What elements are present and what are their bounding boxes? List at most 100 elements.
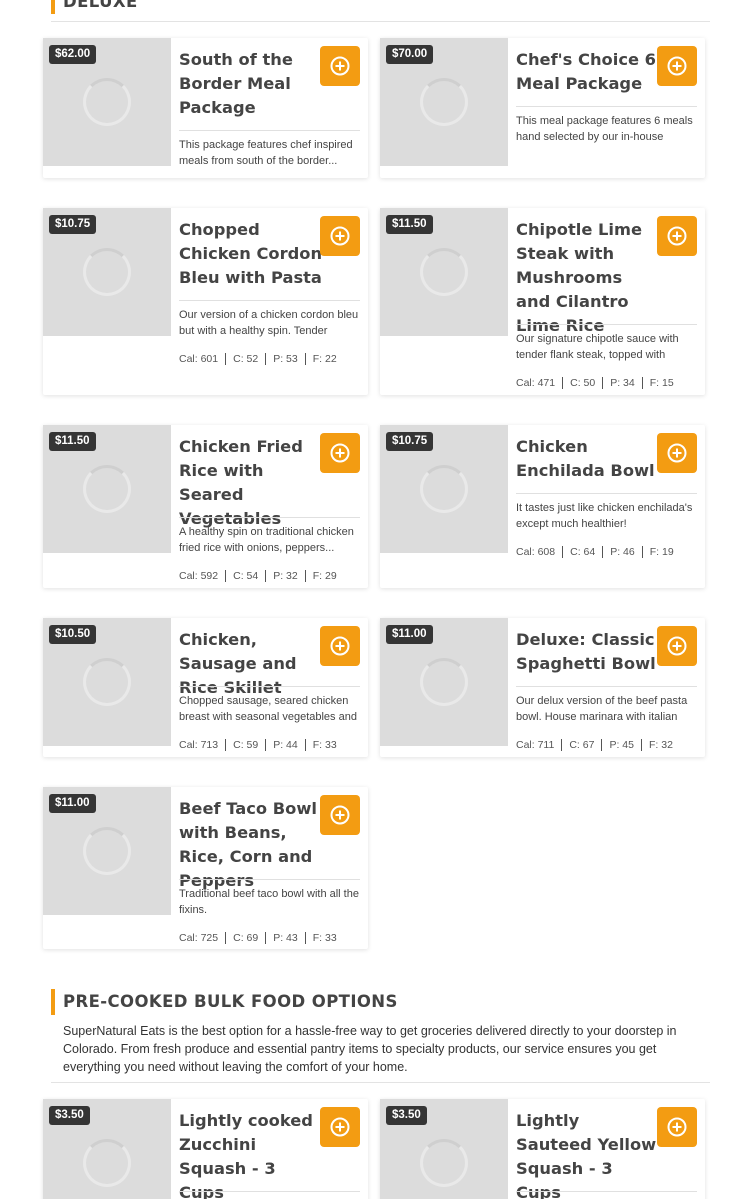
- product-title[interactable]: Chopped Chicken Cordon Bleu with Pasta: [179, 218, 323, 290]
- plus-circle-icon: [667, 56, 687, 76]
- product-card[interactable]: $3.50 Lightly cooked Zucchini Squash - 3…: [43, 1099, 368, 1199]
- product-card[interactable]: $70.00 Chef's Choice 6 Meal Package This…: [380, 38, 705, 178]
- spinner-icon: [420, 465, 468, 513]
- product-card[interactable]: $10.75 Chicken Enchilada Bowl It tastes …: [380, 425, 705, 588]
- plus-circle-icon: [667, 443, 687, 463]
- product-image[interactable]: $62.00: [43, 38, 171, 166]
- calories: Cal: 608: [516, 546, 556, 558]
- product-image[interactable]: $10.75: [380, 425, 508, 553]
- card-divider: [179, 300, 360, 301]
- card-divider: [179, 879, 360, 880]
- carbs: C: 64: [570, 546, 596, 558]
- carbs: C: 52: [233, 353, 259, 365]
- card-divider: [516, 686, 697, 687]
- spinner-icon: [420, 658, 468, 706]
- carbs: C: 67: [569, 739, 595, 751]
- product-image[interactable]: $10.75: [43, 208, 171, 336]
- add-to-cart-button[interactable]: [320, 626, 360, 666]
- plus-circle-icon: [667, 636, 687, 656]
- card-divider: [179, 517, 360, 518]
- add-to-cart-button[interactable]: [657, 433, 697, 473]
- macro-separator: [225, 932, 227, 944]
- fat: F: 33: [312, 739, 337, 751]
- calories: Cal: 601: [179, 353, 219, 365]
- nutrition-macros: Cal: 713 C: 59 P: 44 F: 33: [179, 739, 337, 751]
- section-divider: [51, 21, 710, 22]
- macro-separator: [265, 932, 267, 944]
- spinner-icon: [83, 827, 131, 875]
- product-card[interactable]: $10.75 Chopped Chicken Cordon Bleu with …: [43, 208, 368, 395]
- carbs: C: 69: [233, 932, 259, 944]
- spinner-icon: [420, 1139, 468, 1187]
- product-description: Our delux version of the beef pasta bowl…: [516, 695, 688, 723]
- product-card[interactable]: $62.00 South of the Border Meal Package …: [43, 38, 368, 178]
- macro-separator: [601, 739, 603, 751]
- plus-circle-icon: [330, 56, 350, 76]
- product-image[interactable]: $11.00: [380, 618, 508, 746]
- add-to-cart-button[interactable]: [320, 1107, 360, 1147]
- macro-separator: [561, 739, 563, 751]
- product-card[interactable]: $3.50 Lightly Sauteed Yellow Squash - 3 …: [380, 1099, 705, 1199]
- product-card[interactable]: $10.50 Chicken, Sausage and Rice Skillet…: [43, 618, 368, 757]
- product-title[interactable]: Lightly cooked Zucchini Squash - 3 Cups: [179, 1109, 323, 1199]
- add-to-cart-button[interactable]: [657, 626, 697, 666]
- add-to-cart-button[interactable]: [657, 46, 697, 86]
- protein: P: 32: [273, 570, 298, 582]
- calories: Cal: 711: [516, 739, 555, 751]
- product-title[interactable]: Chipotle Lime Steak with Mushrooms and C…: [516, 218, 660, 338]
- product-description: Our signature chipotle sauce with tender…: [516, 333, 679, 361]
- spinner-icon: [83, 78, 131, 126]
- add-to-cart-button[interactable]: [320, 433, 360, 473]
- add-to-cart-button[interactable]: [657, 1107, 697, 1147]
- nutrition-macros: Cal: 471 C: 50 P: 34 F: 15: [516, 377, 674, 389]
- calories: Cal: 471: [516, 377, 556, 389]
- add-to-cart-button[interactable]: [320, 795, 360, 835]
- product-title[interactable]: Chicken Enchilada Bowl: [516, 435, 660, 483]
- spinner-icon: [420, 248, 468, 296]
- add-to-cart-button[interactable]: [320, 216, 360, 256]
- product-card[interactable]: $11.00 Deluxe: Classic Spaghetti Bowl Ou…: [380, 618, 705, 757]
- product-description: It tastes just like chicken enchilada's …: [516, 502, 693, 530]
- product-image[interactable]: $10.50: [43, 618, 171, 746]
- product-image[interactable]: $11.50: [43, 425, 171, 553]
- product-title[interactable]: South of the Border Meal Package: [179, 48, 323, 120]
- product-image[interactable]: $70.00: [380, 38, 508, 166]
- product-card[interactable]: $11.00 Beef Taco Bowl with Beans, Rice, …: [43, 787, 368, 949]
- product-title[interactable]: Chef's Choice 6 Meal Package: [516, 48, 660, 96]
- macro-separator: [225, 570, 227, 582]
- product-image[interactable]: $11.00: [43, 787, 171, 915]
- price-badge: $11.00: [386, 625, 433, 644]
- macro-separator: [304, 739, 306, 751]
- plus-circle-icon: [330, 443, 350, 463]
- add-to-cart-button[interactable]: [657, 216, 697, 256]
- protein: P: 43: [273, 932, 298, 944]
- spinner-icon: [83, 248, 131, 296]
- plus-circle-icon: [330, 805, 350, 825]
- macro-separator: [304, 570, 306, 582]
- product-image[interactable]: $3.50: [43, 1099, 171, 1199]
- plus-circle-icon: [667, 226, 687, 246]
- product-image[interactable]: $3.50: [380, 1099, 508, 1199]
- fat: F: 15: [649, 377, 674, 389]
- spinner-icon: [83, 1139, 131, 1187]
- price-badge: $10.50: [49, 625, 97, 644]
- card-divider: [516, 106, 697, 107]
- plus-circle-icon: [330, 226, 350, 246]
- add-to-cart-button[interactable]: [320, 46, 360, 86]
- bulk-section-title: PRE-COOKED BULK FOOD OPTIONS: [63, 992, 398, 1011]
- product-image[interactable]: $11.50: [380, 208, 508, 336]
- protein: P: 34: [610, 377, 635, 389]
- product-title[interactable]: Lightly Sauteed Yellow Squash - 3 Cups: [516, 1109, 660, 1199]
- macro-separator: [641, 546, 643, 558]
- macro-separator: [641, 377, 643, 389]
- carbs: C: 54: [233, 570, 259, 582]
- product-card[interactable]: $11.50 Chipotle Lime Steak with Mushroom…: [380, 208, 705, 395]
- price-badge: $62.00: [49, 45, 97, 64]
- calories: Cal: 713: [179, 739, 219, 751]
- product-card[interactable]: $11.50 Chicken Fried Rice with Seared Ve…: [43, 425, 368, 588]
- calories: Cal: 725: [179, 932, 219, 944]
- macro-separator: [602, 546, 604, 558]
- product-title[interactable]: Chicken, Sausage and Rice Skillet: [179, 628, 323, 700]
- product-title[interactable]: Deluxe: Classic Spaghetti Bowl: [516, 628, 660, 676]
- price-badge: $3.50: [386, 1106, 427, 1125]
